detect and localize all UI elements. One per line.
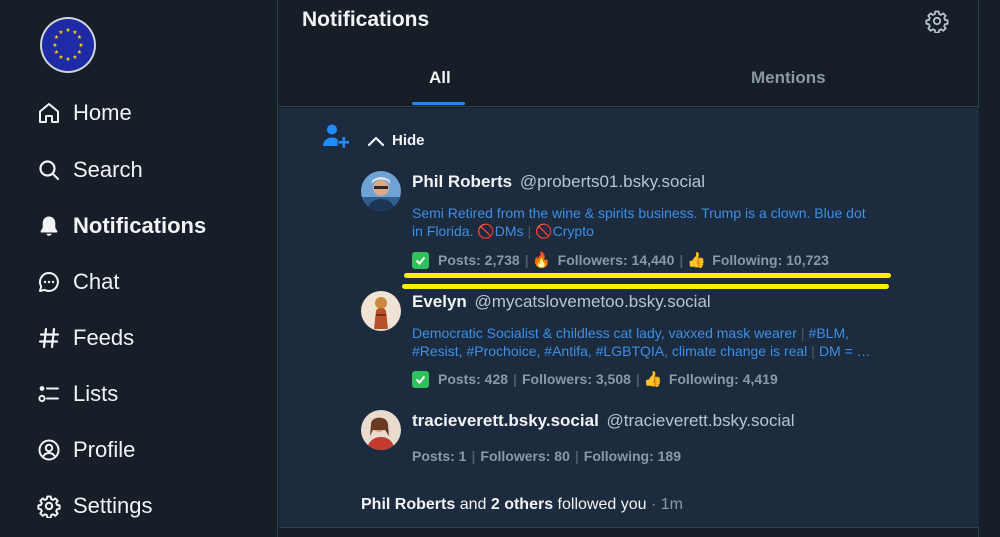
nav-notifications-label: Notifications [73, 213, 207, 238]
tab-mentions[interactable]: Mentions [751, 68, 826, 88]
bio-text: #Resist, #Prochoice, #Antifa, #LGBTQIA, … [412, 343, 808, 359]
user-bio: Democratic Socialist & childless cat lad… [412, 325, 871, 359]
summary-and: and [459, 496, 487, 513]
bio-tag: Crypto [552, 223, 594, 239]
nav-profile[interactable]: Profile [36, 434, 135, 466]
svg-text:★: ★ [52, 42, 57, 49]
posts-count: Posts: 1 [412, 448, 467, 464]
bio-text: DM = … [818, 343, 871, 359]
nav-search-label: Search [73, 157, 143, 182]
hash-icon [36, 325, 62, 351]
svg-text:★: ★ [65, 27, 70, 34]
followers-count: Followers: 14,440 [557, 252, 675, 268]
list-icon [36, 381, 62, 407]
svg-text:★: ★ [54, 49, 59, 56]
hide-button[interactable]: Hide [367, 132, 425, 149]
bio-text: #BLM, [808, 325, 849, 341]
nav-chat[interactable]: Chat [36, 266, 119, 298]
avatar[interactable] [361, 171, 401, 211]
tab-all[interactable]: All [429, 68, 451, 88]
notification-tabs: All Mentions [279, 56, 979, 107]
sidebar: ★ ★ ★ ★ ★ ★ ★ ★ ★ ★ ★ ★ Home Search Notification… [0, 0, 278, 537]
nav-notifications[interactable]: Notifications [36, 210, 206, 242]
nav-home-label: Home [73, 100, 132, 125]
nav-home[interactable]: Home [36, 97, 132, 129]
eu-stars-icon: ★ ★★ ★★★ ★★★ ★★★ [52, 27, 83, 63]
bio-tag: DMs [494, 223, 524, 239]
divider: | [527, 223, 532, 239]
user-stats: Posts: 428 | Followers: 3,508 | 👍 Follow… [412, 370, 778, 388]
timestamp: · 1m [650, 496, 683, 513]
nav-feeds[interactable]: Feeds [36, 322, 134, 354]
svg-text:★: ★ [65, 56, 70, 63]
nav-settings-label: Settings [73, 493, 153, 518]
user-handle: @proberts01.bsky.social [519, 172, 705, 191]
nav-settings[interactable]: Settings [36, 490, 153, 522]
following-count: Following: 189 [583, 448, 682, 464]
highlight-mark [404, 273, 891, 278]
nav-lists-label: Lists [73, 381, 119, 406]
person-add-icon [321, 122, 350, 150]
user-name[interactable]: Phil Roberts [412, 172, 512, 191]
avatar[interactable] [361, 291, 401, 331]
no-entry-icon: 🚫 [535, 223, 553, 239]
page-title: Notifications [302, 8, 430, 31]
nav-profile-label: Profile [73, 437, 136, 462]
search-icon [36, 157, 62, 183]
svg-text:★: ★ [77, 34, 82, 41]
hide-label: Hide [392, 132, 425, 149]
bio-text: Semi Retired from the wine & spirits bus… [412, 205, 866, 221]
svg-text:★: ★ [58, 29, 63, 36]
thumbs-up-icon: 👍 [643, 371, 663, 388]
nav-feeds-label: Feeds [73, 325, 135, 350]
nav-chat-label: Chat [73, 269, 120, 294]
thumbs-up-icon: 👍 [686, 252, 706, 269]
account-avatar[interactable]: ★ ★ ★ ★ ★ ★ ★ ★ ★ ★ ★ ★ [40, 17, 96, 73]
user-stats: Posts: 2,738 | 🔥 Followers: 14,440 | 👍 F… [412, 251, 829, 269]
settings-gear-icon [925, 10, 949, 33]
notification-settings-button[interactable] [924, 8, 950, 34]
following-count: Following: 4,419 [668, 371, 778, 387]
fire-icon: 🔥 [532, 252, 551, 269]
followers-count: Followers: 80 [480, 448, 570, 464]
posts-count: Posts: 428 [438, 371, 509, 387]
user-handle: @tracieverett.bsky.social [606, 411, 795, 430]
profile-icon [36, 437, 62, 463]
summary-others[interactable]: 2 others [491, 496, 553, 513]
notification-summary: Phil Roberts and 2 others followed you ·… [361, 496, 683, 514]
user-bio: Semi Retired from the wine & spirits bus… [412, 204, 932, 240]
svg-text:★: ★ [78, 42, 83, 49]
user-name[interactable]: Evelyn [412, 292, 467, 311]
no-entry-icon: 🚫 [477, 223, 495, 239]
nav-search[interactable]: Search [36, 154, 143, 186]
bell-icon [36, 213, 62, 239]
home-icon [36, 100, 62, 126]
checkmark-icon [412, 251, 429, 269]
active-tab-indicator [412, 102, 465, 105]
summary-action: followed you [557, 496, 647, 513]
svg-text:★: ★ [72, 54, 77, 61]
user-stats: Posts: 1 | Followers: 80 | Following: 18… [412, 448, 682, 464]
avatar[interactable] [361, 410, 401, 450]
user-handle: @mycatslovemetoo.bsky.social [474, 292, 711, 311]
user-name[interactable]: tracieverett.bsky.social [412, 411, 599, 430]
bio-text: Democratic Socialist & childless cat lad… [412, 325, 797, 341]
highlight-mark [402, 284, 889, 289]
nav-lists[interactable]: Lists [36, 378, 118, 410]
gear-icon [36, 493, 62, 519]
chat-bubble-icon [36, 269, 62, 295]
followers-count: Followers: 3,508 [521, 371, 631, 387]
summary-actor[interactable]: Phil Roberts [361, 496, 455, 513]
follow-notification[interactable]: Hide Phil Roberts @proberts01.bsky.socia… [279, 108, 979, 528]
following-count: Following: 10,723 [712, 252, 829, 268]
checkmark-icon [412, 370, 429, 388]
chevron-up-icon [367, 136, 385, 146]
posts-count: Posts: 2,738 [438, 252, 520, 268]
bio-text: in Florida. [412, 223, 474, 239]
main-column: Notifications All Mentions Hide Phil Rob… [279, 0, 979, 537]
